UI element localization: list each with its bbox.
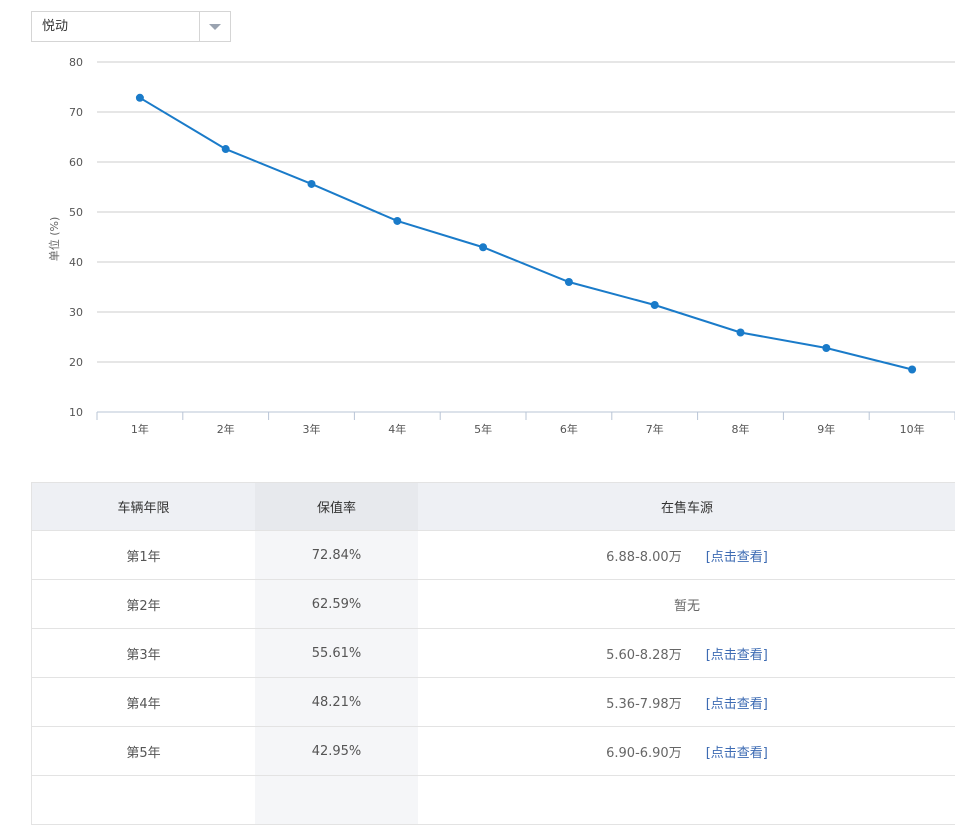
rate-cell: 72.84%	[255, 531, 418, 579]
y-tick-label: 20	[69, 356, 83, 369]
x-tick-label: 6年	[560, 422, 578, 436]
y-tick-label: 30	[69, 306, 83, 319]
y-tick-label: 80	[69, 56, 83, 69]
data-point	[908, 365, 917, 374]
data-point	[736, 328, 745, 337]
header-rate: 保值率	[255, 483, 418, 530]
x-tick-label: 9年	[817, 422, 835, 436]
year-cell: 第3年	[126, 647, 161, 663]
table-row: 第2年 62.59% 暂无	[32, 580, 955, 629]
listing-cell: 6.90-6.90万 [点击查看]	[418, 727, 955, 775]
y-axis-label: 单位 (%)	[47, 217, 61, 262]
view-listings-link[interactable]: [点击查看]	[706, 693, 768, 712]
table-row: 第1年 72.84% 6.88-8.00万 [点击查看]	[32, 531, 955, 580]
table-row: 第3年 55.61% 5.60-8.28万 [点击查看]	[32, 629, 955, 678]
listing-cell: 5.60-8.28万 [点击查看]	[418, 629, 955, 677]
residual-value-table: 车辆年限 保值率 在售车源 第1年 72.84% 6.88-8.00万 [点击查…	[31, 482, 955, 825]
price-range: 6.88-8.00万	[606, 549, 682, 565]
y-tick-label: 60	[69, 156, 83, 169]
x-tick-label: 3年	[303, 422, 321, 436]
chevron-down-icon	[209, 24, 221, 30]
year-cell: 第4年	[126, 696, 161, 712]
view-listings-link[interactable]: [点击查看]	[706, 644, 768, 663]
y-tick-label: 40	[69, 256, 83, 269]
model-select-value: 悦动	[42, 19, 69, 34]
year-cell: 第2年	[126, 598, 161, 614]
x-tick-label: 2年	[217, 422, 235, 436]
year-cell: 第5年	[126, 745, 161, 761]
price-range: 5.36-7.98万	[606, 696, 682, 712]
view-listings-link[interactable]: [点击查看]	[706, 546, 768, 565]
data-point	[822, 344, 831, 352]
table-row: 第4年 48.21% 5.36-7.98万 [点击查看]	[32, 678, 955, 727]
price-range: 5.60-8.28万	[606, 647, 682, 663]
x-tick-label: 8年	[732, 422, 750, 436]
series-line	[139, 96, 913, 371]
listing-cell: 5.36-7.98万 [点击查看]	[418, 678, 955, 726]
table-header-row: 车辆年限 保值率 在售车源	[32, 482, 955, 531]
y-tick-label: 10	[69, 406, 83, 419]
x-tick-label: 10年	[900, 422, 925, 436]
data-point	[650, 301, 659, 309]
listing-cell: 6.88-8.00万 [点击查看]	[418, 531, 955, 579]
table-row	[32, 776, 955, 825]
data-point	[307, 179, 316, 188]
model-select[interactable]: 悦动	[31, 11, 231, 42]
residual-value-line-chart: 80 70 60 50 40 30 20 10 1年 2年 3年 4年 5年 6年 7年 8年 9年 10年 单位 …	[47, 56, 955, 436]
header-year: 车辆年限	[117, 501, 170, 516]
year-cell: 第1年	[126, 549, 161, 565]
y-tick-label: 50	[69, 206, 83, 219]
view-listings-link[interactable]: [点击查看]	[706, 742, 768, 761]
data-point	[479, 243, 488, 252]
x-tick-label: 5年	[474, 422, 492, 436]
listing-cell: 暂无	[418, 580, 955, 628]
rate-cell: 42.95%	[255, 727, 418, 775]
x-tick-label: 7年	[646, 422, 664, 436]
price-range: 暂无	[673, 598, 700, 614]
rate-cell: 62.59%	[255, 580, 418, 628]
data-point	[221, 145, 230, 154]
dropdown-button[interactable]	[199, 12, 230, 41]
header-listings: 在售车源	[660, 501, 713, 516]
y-tick-label: 70	[69, 106, 83, 119]
price-range: 6.90-6.90万	[606, 745, 682, 761]
data-point	[564, 278, 573, 286]
data-point	[393, 216, 402, 225]
rate-cell: 55.61%	[255, 629, 418, 677]
table-row: 第5年 42.95% 6.90-6.90万 [点击查看]	[32, 727, 955, 776]
rate-cell: 48.21%	[255, 678, 418, 726]
x-tick-label: 1年	[131, 422, 149, 436]
x-tick-label: 4年	[388, 422, 406, 436]
data-point	[135, 93, 144, 102]
